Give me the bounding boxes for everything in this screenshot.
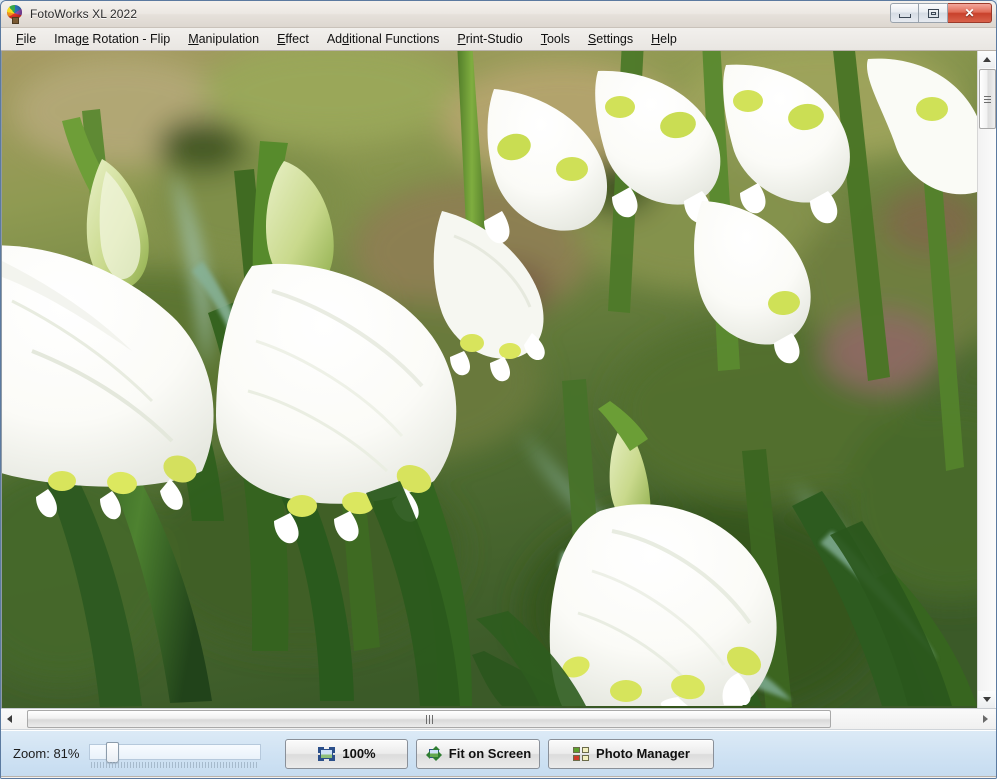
fit-actual-size-icon: [318, 746, 336, 761]
horizontal-scrollbar[interactable]: [1, 708, 996, 730]
photo-manager-icon: [573, 746, 590, 761]
menu-item-effect[interactable]: Effect: [268, 30, 318, 49]
window-controls: ✕: [890, 3, 992, 23]
fit-on-screen-icon: [425, 746, 442, 761]
menu-bar: File Image Rotation - Flip Manipulation Eff…: [1, 28, 996, 51]
menu-item-print-studio[interactable]: Print-Studio: [448, 30, 531, 49]
photo-manager-button[interactable]: Photo Manager: [548, 738, 715, 769]
menu-item-image-rotation-flip[interactable]: Image Rotation - Flip: [45, 30, 179, 49]
maximize-icon: [927, 8, 939, 18]
triangle-up-icon: [982, 57, 991, 62]
minimize-icon: [898, 13, 911, 18]
close-button[interactable]: ✕: [948, 3, 992, 23]
menu-item-tools[interactable]: Tools: [532, 30, 579, 49]
maximize-button[interactable]: [919, 3, 948, 23]
scroll-right-button[interactable]: [977, 710, 994, 728]
scroll-up-button[interactable]: [978, 51, 995, 68]
horizontal-scrollbar-thumb[interactable]: [27, 710, 831, 728]
photo-manager-label: Photo Manager: [596, 746, 690, 761]
menu-item-manipulation[interactable]: Manipulation: [179, 30, 268, 49]
grip-icon: [425, 714, 433, 724]
triangle-left-icon: [7, 715, 12, 723]
fit-on-screen-label: Fit on Screen: [448, 746, 532, 761]
menu-item-help[interactable]: Help: [642, 30, 686, 49]
fit-on-screen-button[interactable]: Fit on Screen: [416, 738, 541, 769]
menu-item-file[interactable]: File: [7, 30, 45, 49]
scroll-down-button[interactable]: [978, 691, 995, 708]
snowflake-flowers-photo: [2, 51, 978, 708]
zoom-level-label: Zoom: 81%: [13, 746, 80, 761]
window-title: FotoWorks XL 2022: [30, 7, 138, 21]
vertical-scrollbar[interactable]: [977, 51, 996, 708]
application-window: FotoWorks XL 2022 ✕ File Image Rotation -…: [0, 0, 997, 779]
minimize-button[interactable]: [890, 3, 919, 23]
photo-viewport[interactable]: [2, 51, 978, 708]
scroll-left-button[interactable]: [1, 710, 18, 728]
title-bar: FotoWorks XL 2022 ✕: [1, 1, 996, 28]
app-logo-balloon-icon: [6, 5, 24, 24]
zoom-100-button[interactable]: 100%: [285, 738, 409, 769]
menu-item-additional-functions[interactable]: Additional Functions: [318, 30, 449, 49]
zoom-slider-thumb[interactable]: [106, 741, 120, 763]
vertical-scrollbar-thumb[interactable]: [979, 69, 996, 129]
zoom-toolbar: Zoom: 81% 100% Fit on Screen Photo Manag…: [1, 730, 996, 776]
zoom-100-label: 100%: [342, 746, 376, 761]
zoom-slider[interactable]: [89, 739, 262, 769]
close-icon: ✕: [964, 6, 975, 20]
menu-item-settings[interactable]: Settings: [579, 30, 642, 49]
image-canvas-area: [1, 51, 996, 708]
triangle-down-icon: [982, 697, 991, 702]
zoom-slider-ticks: [91, 761, 260, 768]
triangle-right-icon: [983, 715, 988, 723]
grip-icon: [984, 95, 991, 103]
